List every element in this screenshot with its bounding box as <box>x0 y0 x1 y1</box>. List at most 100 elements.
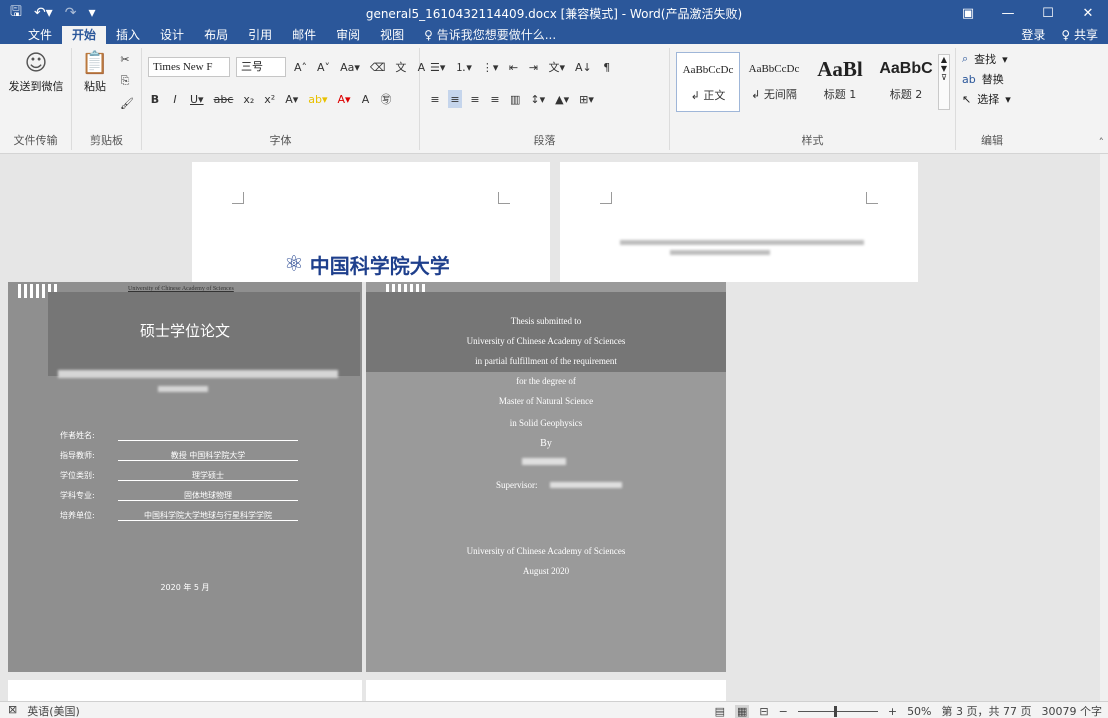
line-spacing-icon[interactable]: ↕▾ <box>528 90 547 108</box>
change-case-icon[interactable]: Aa▾ <box>338 58 362 76</box>
select-icon: ↖ <box>962 92 972 106</box>
increase-indent-icon[interactable]: ⇥ <box>526 58 540 76</box>
style-heading1-sample: AaBl <box>817 57 863 81</box>
style-normal-name: ↲ 正文 <box>690 89 726 102</box>
sort-icon[interactable]: A↓ <box>573 58 594 76</box>
group-label-file-transfer: 文件传输 <box>13 134 58 147</box>
chinese-layout-icon[interactable]: 文▾ <box>546 58 567 76</box>
collapse-ribbon-icon[interactable]: ˄ <box>1099 136 1105 149</box>
font-name-select[interactable]: Times New F <box>148 57 230 77</box>
text-effects-icon[interactable]: A▾ <box>283 90 300 108</box>
document-area[interactable]: ⚛ 中国科学院大学 University of Chinese Academy … <box>0 154 1100 701</box>
zoom-out-icon[interactable]: − <box>779 705 788 718</box>
justify-icon[interactable]: ≡ <box>488 90 502 108</box>
multilevel-list-icon[interactable]: ⋮▾ <box>480 58 501 76</box>
info-row-author: 作者姓名: <box>60 430 298 441</box>
print-layout-icon[interactable]: ▦ <box>735 704 750 718</box>
undo-icon[interactable]: ↶▾ <box>34 5 53 21</box>
read-mode-icon[interactable]: ▤ <box>715 705 725 718</box>
borders-icon[interactable]: ⊞▾ <box>577 90 596 108</box>
wechat-icon: ☺ <box>24 51 48 76</box>
select-button[interactable]: ↖ 选择 ▾ <box>962 88 1011 110</box>
copy-icon[interactable]: ⎘ <box>118 72 132 90</box>
align-center-icon[interactable]: ≡ <box>448 90 462 108</box>
group-label-font: 字体 <box>269 134 292 147</box>
en-cover-page: Thesis submitted to University of Chines… <box>366 282 726 672</box>
en-line: Thesis submitted to <box>510 316 582 326</box>
close-icon[interactable]: ✕ <box>1068 0 1108 26</box>
phonetic-guide-icon[interactable]: 文 <box>393 58 408 76</box>
bullets-icon[interactable]: ☰▾ <box>428 58 447 76</box>
subscript-icon[interactable]: x₂ <box>241 90 256 108</box>
language-indicator[interactable]: 英语(美国) <box>27 703 80 718</box>
page-top-left: ⚛ 中国科学院大学 <box>192 162 550 282</box>
strikethrough-icon[interactable]: abc <box>212 90 236 108</box>
en-line: in partial fulfillment of the requiremen… <box>475 356 617 366</box>
zoom-in-icon[interactable]: + <box>888 705 897 718</box>
tab-insert[interactable]: 插入 <box>106 26 150 44</box>
word-count[interactable]: 30079 个字 <box>1042 703 1103 718</box>
tab-home[interactable]: 开始 <box>62 26 107 44</box>
style-no-spacing[interactable]: AaBbCcDc ↲ 无间隔 <box>742 52 806 112</box>
vertical-scrollbar[interactable] <box>1100 154 1108 701</box>
share-button[interactable]: ♀ 共享 <box>1061 26 1098 44</box>
macro-icon[interactable]: ⊠ <box>8 703 17 718</box>
highlight-icon[interactable]: ab▾ <box>306 90 329 108</box>
style-heading1[interactable]: AaBl 标题 1 <box>808 52 872 112</box>
tab-references[interactable]: 引用 <box>238 26 282 44</box>
save-icon[interactable]: 🖫 <box>10 1 22 25</box>
grow-font-icon[interactable]: A˄ <box>292 58 309 76</box>
tab-file[interactable]: 文件 <box>18 26 62 44</box>
styles-gallery-scroll[interactable]: ▲ ▼ ⊽ <box>938 54 950 110</box>
shading-icon[interactable]: ▲▾ <box>553 90 571 108</box>
font-color-icon[interactable]: A▾ <box>336 90 353 108</box>
numbering-icon[interactable]: ⒈▾ <box>453 58 474 76</box>
cut-icon[interactable]: ✂ <box>118 50 132 68</box>
underline-icon[interactable]: U▾ <box>188 90 206 108</box>
tell-me-search[interactable]: ♀ 告诉我您想要做什么... <box>414 26 556 44</box>
find-button[interactable]: ⌕ 查找 ▾ <box>962 48 1008 70</box>
redo-icon[interactable]: ↷ <box>65 5 77 21</box>
minimize-icon[interactable]: — <box>988 0 1028 26</box>
zoom-level[interactable]: 50% <box>907 705 931 718</box>
tab-review[interactable]: 审阅 <box>326 26 370 44</box>
bold-icon[interactable]: B <box>148 90 162 108</box>
show-marks-icon[interactable]: ¶ <box>600 58 614 76</box>
char-shading-icon[interactable]: A <box>359 90 373 108</box>
zoom-slider-thumb[interactable] <box>833 705 837 717</box>
shrink-font-icon[interactable]: A˅ <box>315 58 332 76</box>
crop-mark <box>866 192 878 204</box>
info-label: 学科专业: <box>60 491 95 500</box>
italic-icon[interactable]: I <box>168 90 182 108</box>
tab-mailings[interactable]: 邮件 <box>282 26 326 44</box>
format-painter-icon[interactable]: 🖌 <box>118 94 136 112</box>
clear-format-icon[interactable]: ⌫ <box>368 58 388 76</box>
tab-design[interactable]: 设计 <box>150 26 194 44</box>
group-clipboard: 📋 粘贴 ✂ ⎘ 🖌 剪贴板 <box>72 48 142 150</box>
decrease-indent-icon[interactable]: ⇤ <box>506 58 520 76</box>
web-layout-icon[interactable]: ⊟ <box>759 705 768 718</box>
tab-view[interactable]: 视图 <box>370 26 414 44</box>
align-left-icon[interactable]: ≡ <box>428 90 442 108</box>
paste-button[interactable]: 📋 粘贴 <box>78 50 112 94</box>
maximize-icon[interactable]: ☐ <box>1028 0 1068 26</box>
style-normal[interactable]: AaBbCcDc ↲ 正文 <box>676 52 740 112</box>
signin-link[interactable]: 登录 <box>1021 26 1045 44</box>
replace-button[interactable]: ab 替换 <box>962 68 1004 90</box>
customize-icon[interactable]: ▾ <box>88 5 95 21</box>
page-count[interactable]: 第 3 页，共 77 页 <box>942 703 1032 718</box>
enclose-char-icon[interactable]: ㊢ <box>379 90 394 108</box>
info-row-degree: 学位类别: 理学硕士 <box>60 470 298 481</box>
status-bar: ⊠ 英语(美国) ▤ ▦ ⊟ − + 50% 第 3 页，共 77 页 3007… <box>0 701 1108 718</box>
align-right-icon[interactable]: ≡ <box>468 90 482 108</box>
send-wechat-button[interactable]: ☺ 发送到微信 <box>4 50 68 94</box>
superscript-icon[interactable]: x² <box>262 90 277 108</box>
font-size-select[interactable]: 三号 <box>236 57 286 77</box>
ribbon-display-icon[interactable]: ▣ <box>948 0 988 26</box>
zoom-slider[interactable] <box>797 705 878 717</box>
paste-icon: 📋 <box>81 51 109 76</box>
style-heading2[interactable]: AaBbC 标题 2 <box>874 52 938 112</box>
redacted-supervisor <box>550 482 622 488</box>
tab-layout[interactable]: 布局 <box>194 26 238 44</box>
distributed-icon[interactable]: ▥ <box>508 90 522 108</box>
